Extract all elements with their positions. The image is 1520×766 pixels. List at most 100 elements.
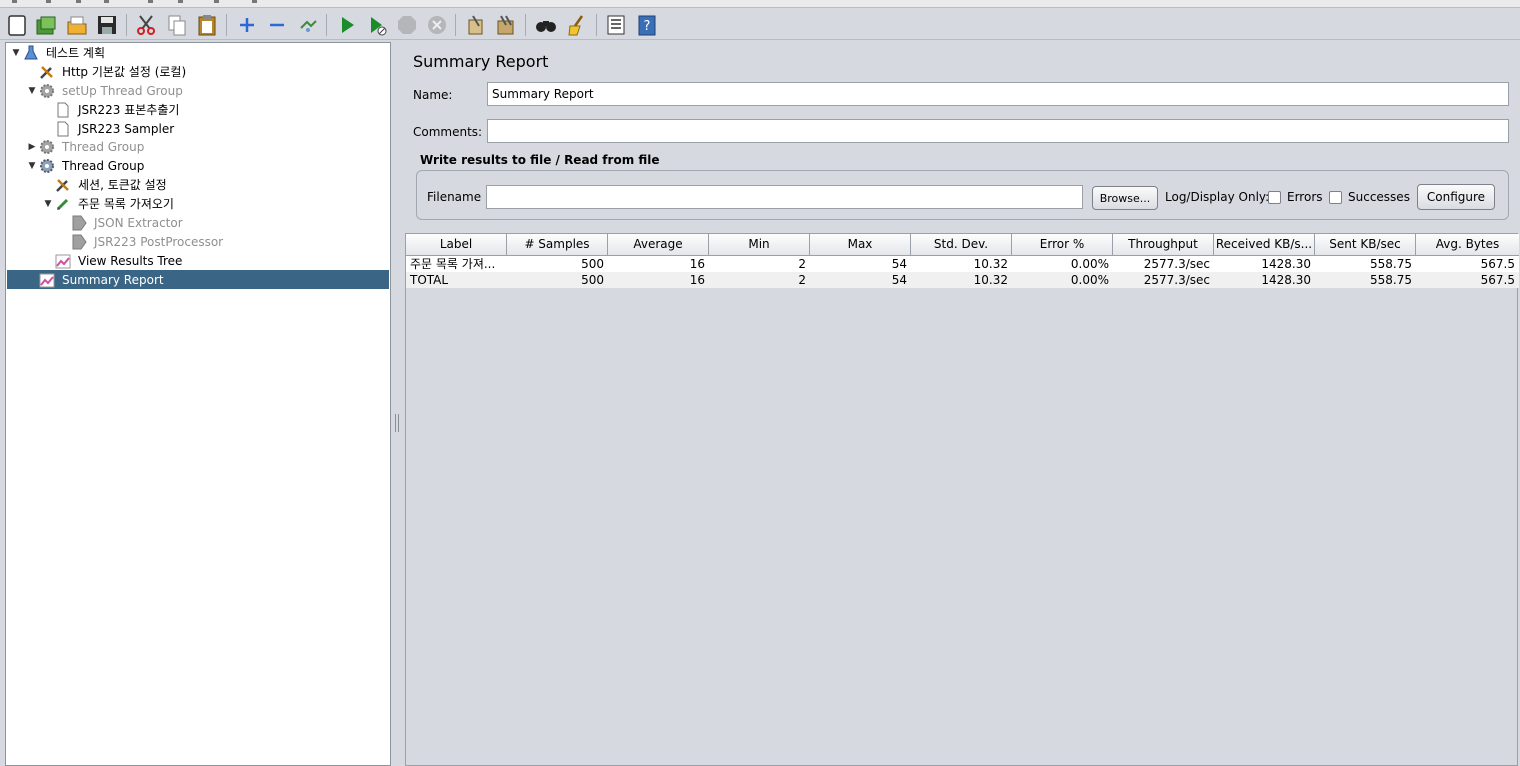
start-no-pauses-icon[interactable] (365, 13, 389, 37)
column-header-received[interactable]: Received KB/s... (1214, 234, 1315, 256)
file-group-title: Write results to file / Read from file (420, 153, 660, 167)
stop-icon[interactable] (395, 13, 419, 37)
tree-node-label: JSR223 Sampler (78, 121, 175, 136)
start-icon[interactable] (335, 13, 359, 37)
column-header-max[interactable]: Max (810, 234, 911, 256)
tree-node-label: Http 기본값 설정 (로컬) (62, 65, 187, 79)
tree-node-jsr223-sampler[interactable]: JSR223 Sampler (54, 119, 176, 138)
http-sampler-icon (54, 195, 72, 213)
successes-label: Successes (1348, 190, 1410, 204)
toggle-icon[interactable] (296, 13, 320, 37)
table-row-total[interactable]: TOTAL 500 16 2 54 10.32 0.00% 2577.3/sec… (406, 272, 1519, 288)
tree-node-test-plan[interactable]: ▼ 테스트 계획 (10, 43, 107, 62)
tree-node-summary-report[interactable]: Summary Report (7, 270, 389, 289)
reset-search-icon[interactable] (565, 13, 589, 37)
table-cell: 0.00% (1070, 257, 1109, 271)
filename-label: Filename (427, 190, 482, 204)
test-plan-tree[interactable]: ▼ 테스트 계획 Http 기본값 설정 (로컬) ▼ setUp Thread… (5, 42, 391, 766)
thread-group-icon (38, 157, 56, 175)
tree-node-label: 세션, 토큰값 설정 (78, 178, 167, 192)
table-cell: 500 (581, 257, 604, 271)
shutdown-icon[interactable] (425, 13, 449, 37)
post-processor-icon (70, 233, 88, 251)
tree-node-label: 테스트 계획 (46, 46, 106, 60)
tree-node-json-extractor[interactable]: JSON Extractor (70, 213, 185, 232)
expand-toggle[interactable]: ▼ (42, 199, 54, 209)
table-cell: TOTAL (410, 273, 449, 287)
config-icon (38, 63, 56, 81)
tree-node-label: JSR223 PostProcessor (94, 234, 224, 249)
column-header-min[interactable]: Min (709, 234, 810, 256)
configure-button[interactable]: Configure (1417, 184, 1495, 210)
file-group: Filename Browse... Log/Display Only: Err… (416, 170, 1509, 220)
column-header-samples[interactable]: # Samples (507, 234, 608, 256)
tree-node-jsr223-postprocessor[interactable]: JSR223 PostProcessor (70, 232, 225, 251)
toolbar: ? (0, 9, 1520, 40)
column-header-average[interactable]: Average (608, 234, 709, 256)
name-field[interactable]: Summary Report (487, 82, 1509, 106)
thread-group-icon (38, 82, 56, 100)
copy-icon[interactable] (165, 13, 189, 37)
tree-node-thread-group-collapsed[interactable]: ▶ Thread Group (26, 137, 146, 156)
split-pane-divider[interactable] (392, 42, 402, 766)
errors-checkbox[interactable] (1268, 191, 1281, 204)
log-display-label: Log/Display Only: (1165, 190, 1270, 204)
filename-field[interactable] (486, 185, 1083, 209)
collapse-icon[interactable] (265, 13, 289, 37)
column-header-label[interactable]: Label (406, 234, 507, 256)
svg-text:?: ? (644, 19, 651, 34)
save-icon[interactable] (95, 13, 119, 37)
column-header-std-dev[interactable]: Std. Dev. (911, 234, 1012, 256)
tree-node-view-results-tree[interactable]: View Results Tree (54, 251, 184, 270)
table-cell: 2577.3/sec (1143, 257, 1210, 271)
browse-button[interactable]: Browse... (1092, 186, 1158, 210)
table-cell: 1428.30 (1261, 257, 1311, 271)
errors-label: Errors (1287, 190, 1323, 204)
tree-node-label: Thread Group (62, 139, 145, 154)
expand-icon[interactable] (235, 13, 259, 37)
expand-toggle[interactable]: ▼ (10, 48, 22, 58)
listener-icon (38, 271, 56, 289)
table-cell: 2577.3/sec (1143, 273, 1210, 287)
tree-node-setup-thread-group[interactable]: ▼ setUp Thread Group (26, 81, 185, 100)
sampler-icon (54, 101, 72, 119)
tree-node-label: setUp Thread Group (62, 83, 183, 98)
tree-node-jsr223-sampler-ko[interactable]: JSR223 표본추출기 (54, 100, 181, 119)
clear-all-icon[interactable] (494, 13, 518, 37)
comments-field[interactable] (487, 119, 1509, 143)
table-row[interactable]: 주문 목록 가져... 500 16 2 54 10.32 0.00% 2577… (406, 256, 1519, 272)
templates-icon[interactable] (34, 13, 58, 37)
name-label: Name: (413, 88, 453, 102)
column-header-throughput[interactable]: Throughput (1113, 234, 1214, 256)
paste-icon[interactable] (195, 13, 219, 37)
tree-node-http-defaults[interactable]: Http 기본값 설정 (로컬) (26, 62, 188, 81)
tree-node-thread-group[interactable]: ▼ Thread Group (26, 156, 146, 175)
menu-bar[interactable] (0, 0, 1520, 8)
tree-node-http-sampler[interactable]: ▼ 주문 목록 가져오기 (42, 194, 176, 213)
config-icon (54, 176, 72, 194)
search-icon[interactable] (534, 13, 558, 37)
table-cell: 558.75 (1370, 273, 1412, 287)
expand-toggle[interactable]: ▼ (26, 161, 38, 171)
tree-node-session-config[interactable]: 세션, 토큰값 설정 (42, 175, 169, 194)
help-icon[interactable]: ? (635, 13, 659, 37)
table-cell: 16 (689, 273, 705, 287)
divider-grip[interactable] (395, 414, 399, 432)
column-header-error-pct[interactable]: Error % (1012, 234, 1113, 256)
successes-checkbox[interactable] (1329, 191, 1342, 204)
open-icon[interactable] (65, 13, 89, 37)
column-header-sent[interactable]: Sent KB/sec (1315, 234, 1416, 256)
table-cell: 558.75 (1370, 257, 1412, 271)
expand-toggle[interactable]: ▶ (26, 142, 38, 152)
table-cell: 54 (891, 257, 907, 271)
test-plan-icon (22, 44, 40, 62)
new-icon[interactable] (5, 13, 29, 37)
table-cell: 500 (581, 273, 604, 287)
tree-node-label: 주문 목록 가져오기 (78, 197, 174, 211)
cut-icon[interactable] (134, 13, 158, 37)
summary-table[interactable]: Label # Samples Average Min Max Std. Dev… (405, 233, 1519, 766)
expand-toggle[interactable]: ▼ (26, 86, 38, 96)
function-helper-icon[interactable] (604, 13, 628, 37)
clear-icon[interactable] (464, 13, 488, 37)
column-header-avg-bytes[interactable]: Avg. Bytes (1416, 234, 1519, 256)
